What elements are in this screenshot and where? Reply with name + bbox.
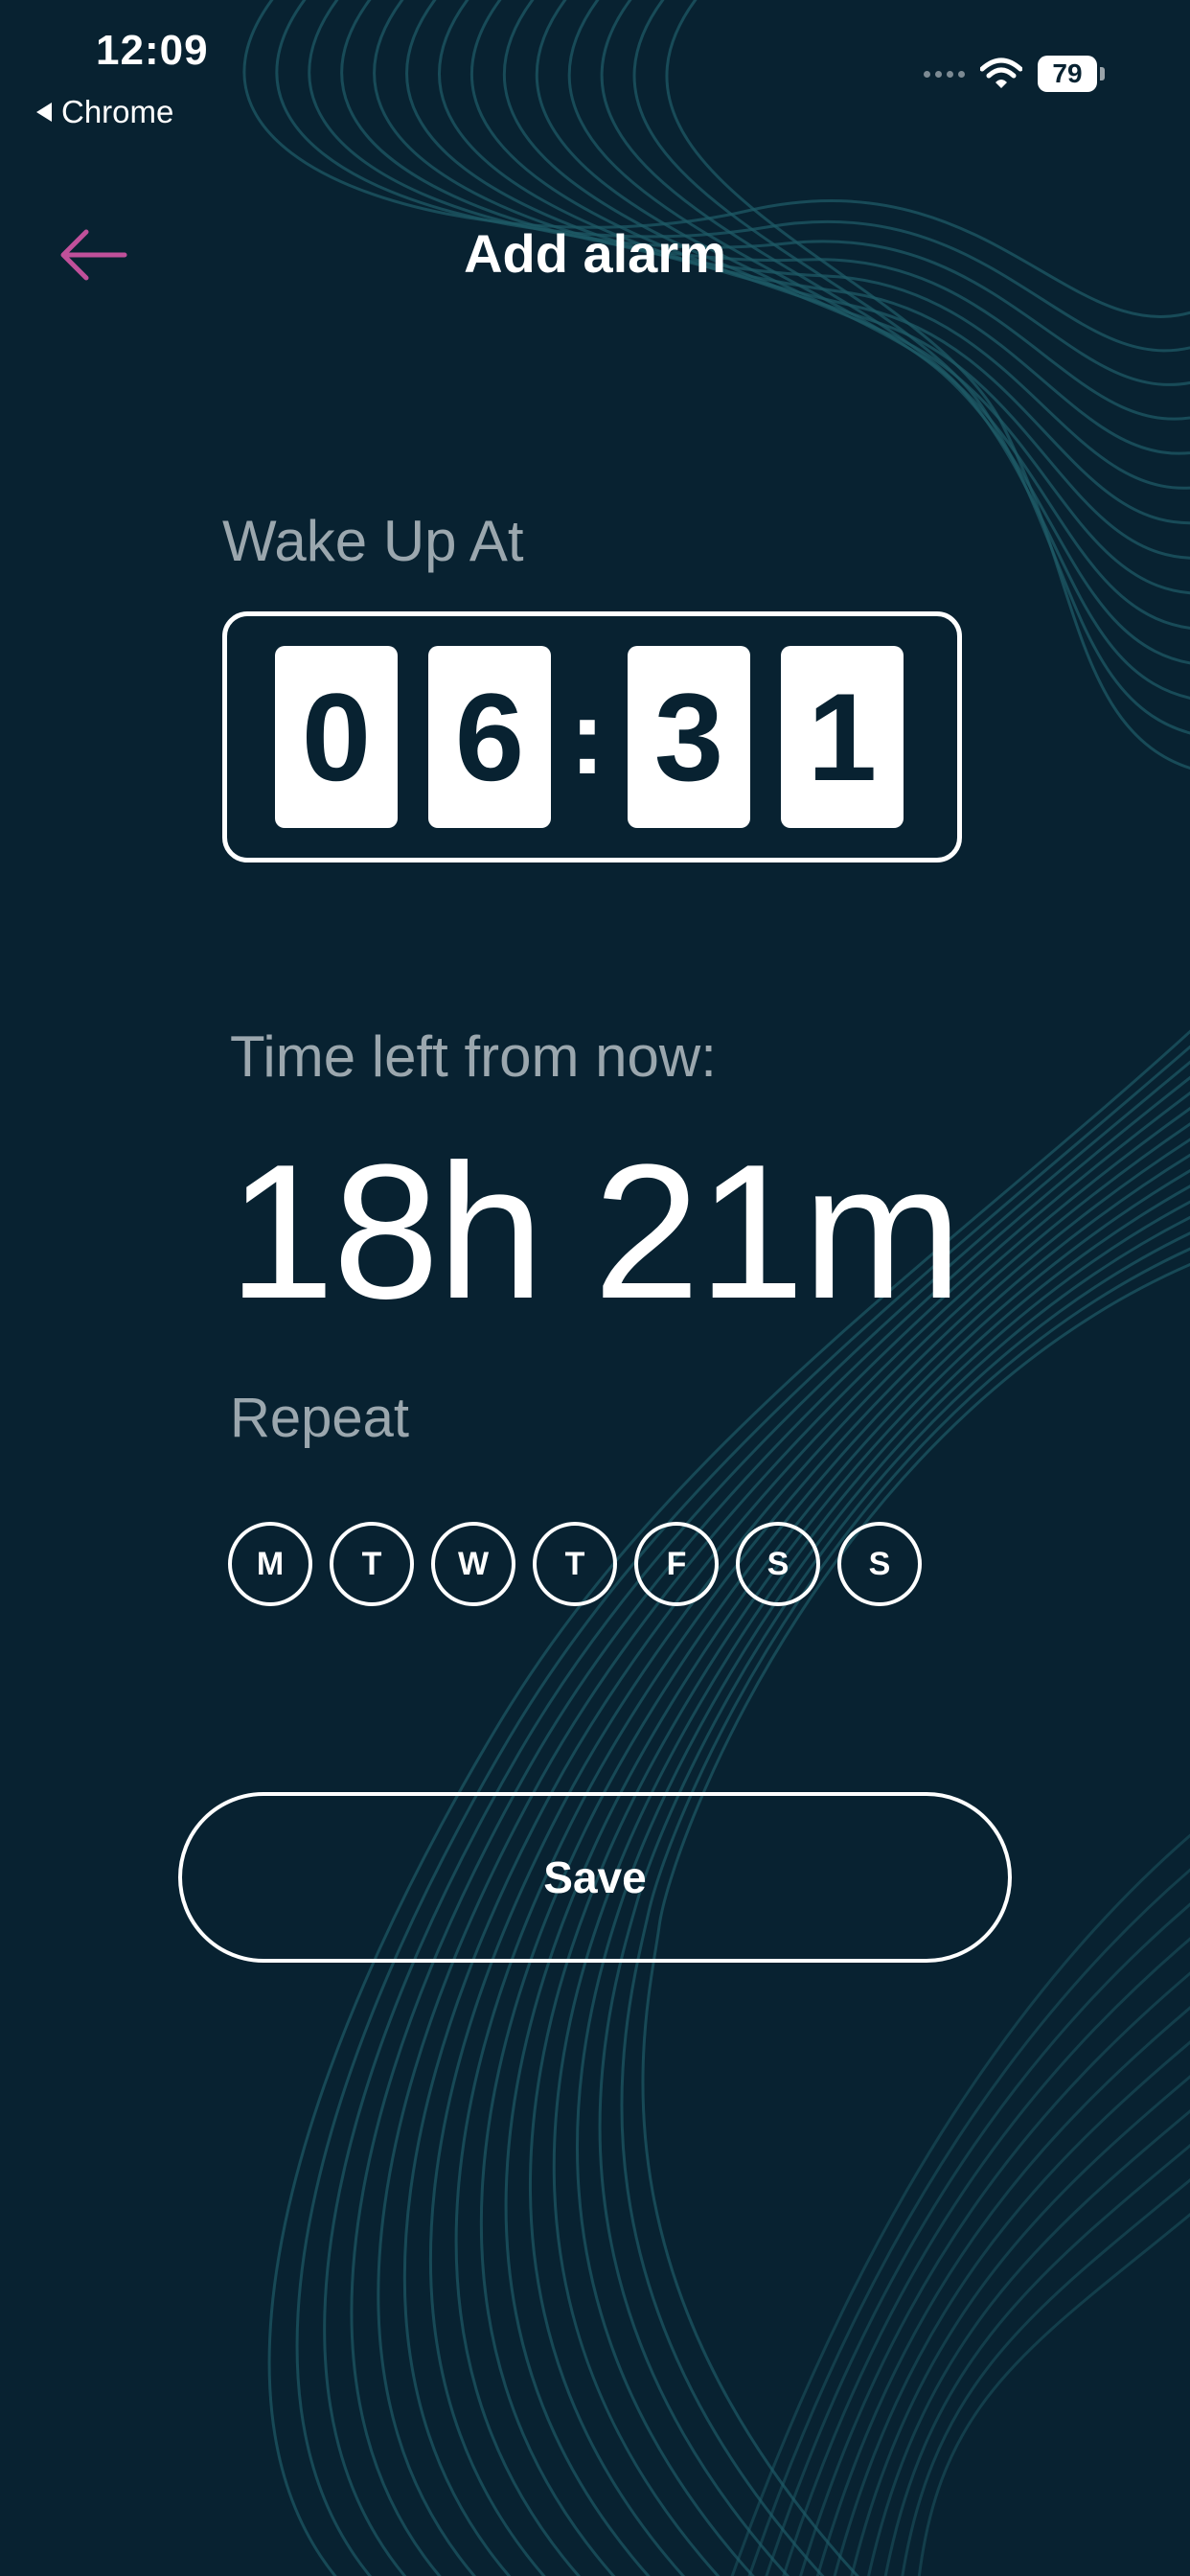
status-back-label: Chrome: [61, 94, 174, 129]
status-back-to-app[interactable]: Chrome: [36, 94, 173, 130]
hour-tens-digit[interactable]: 0: [275, 646, 398, 828]
cellular-signal-icon: [924, 70, 965, 78]
day-toggle-wednesday[interactable]: W: [431, 1522, 515, 1606]
wifi-icon: [980, 58, 1022, 88]
wake-up-label: Wake Up At: [222, 509, 524, 573]
save-button[interactable]: Save: [178, 1792, 1012, 1963]
time-left-label: Time left from now:: [230, 1024, 717, 1089]
time-separator: :: [569, 678, 606, 796]
day-toggle-sunday[interactable]: S: [837, 1522, 922, 1606]
hour-ones-digit[interactable]: 6: [428, 646, 551, 828]
battery-level: 79: [1038, 56, 1097, 92]
time-left-value: 18h 21m: [228, 1125, 962, 1339]
status-time: 12:09: [96, 27, 209, 74]
back-triangle-icon: [36, 103, 52, 122]
day-toggle-thursday[interactable]: T: [533, 1522, 617, 1606]
repeat-label: Repeat: [230, 1387, 410, 1449]
page-title: Add alarm: [464, 223, 726, 284]
alarm-time-picker: 0 6 : 3 1: [222, 611, 962, 862]
day-toggle-saturday[interactable]: S: [736, 1522, 820, 1606]
minute-ones-digit[interactable]: 1: [781, 646, 904, 828]
day-toggle-tuesday[interactable]: T: [330, 1522, 414, 1606]
minute-tens-digit[interactable]: 3: [628, 646, 750, 828]
battery-icon: 79: [1038, 56, 1105, 92]
day-toggle-friday[interactable]: F: [634, 1522, 719, 1606]
status-indicators: 79: [924, 56, 1105, 92]
day-toggle-monday[interactable]: M: [228, 1522, 312, 1606]
repeat-day-selector: M T W T F S S: [228, 1522, 922, 1606]
